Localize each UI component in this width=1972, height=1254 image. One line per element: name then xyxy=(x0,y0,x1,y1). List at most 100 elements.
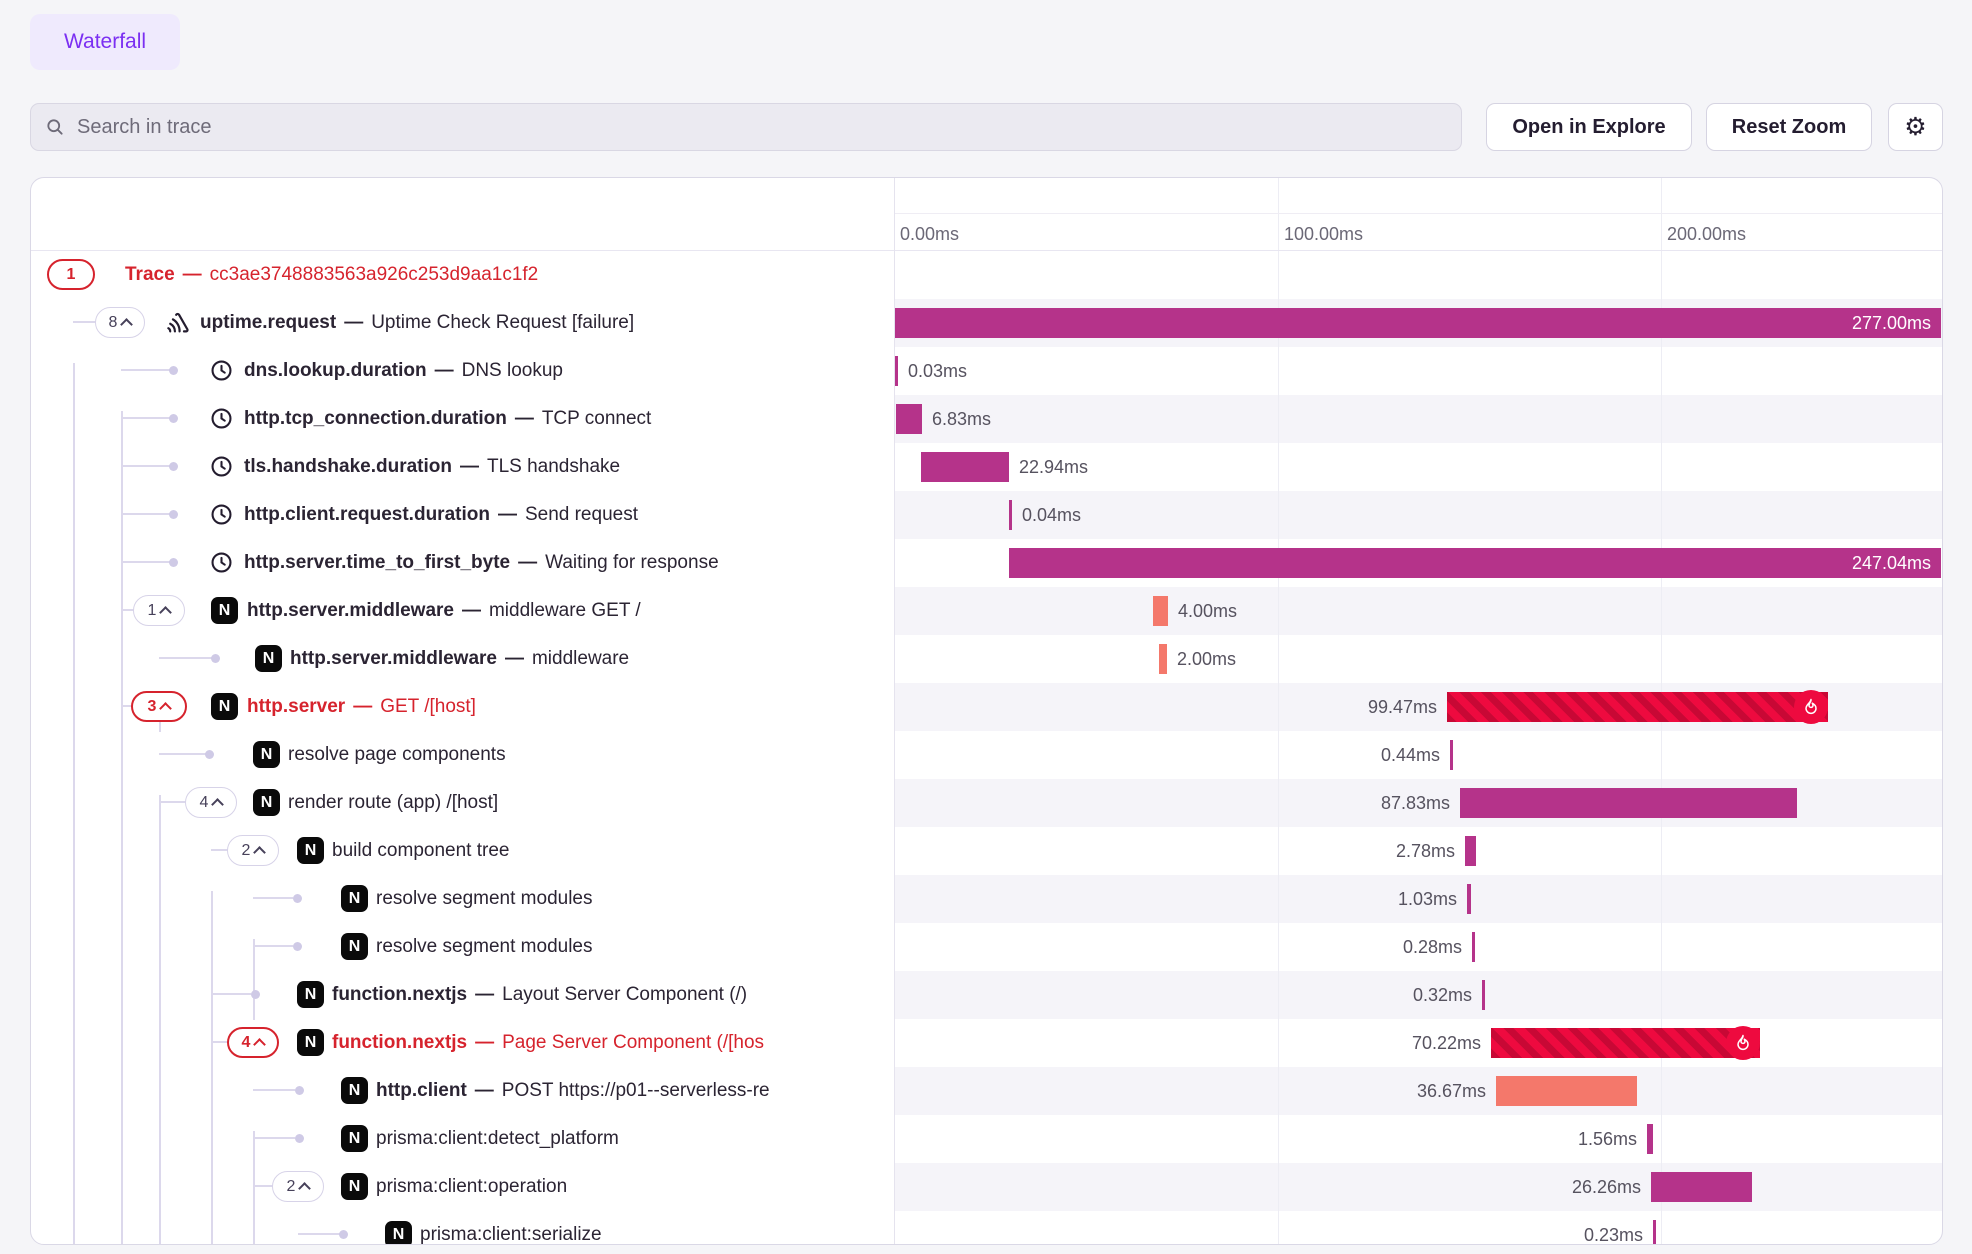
span-description: DNS lookup xyxy=(462,360,563,382)
duration-bar[interactable] xyxy=(1009,500,1012,530)
leaf-dot xyxy=(169,414,178,423)
span-row[interactable]: Nfunction.nextjs—Layout Server Component… xyxy=(31,971,1942,1019)
tab-waterfall[interactable]: Waterfall xyxy=(30,14,180,70)
span-label: http.server.middleware—middleware GET / xyxy=(247,587,641,635)
span-tree-cell: dns.lookup.duration—DNS lookup xyxy=(31,347,894,395)
leaf-dot xyxy=(205,750,214,759)
tree-connector xyxy=(73,321,97,323)
child-count-pill[interactable]: 8 xyxy=(95,307,145,338)
span-row[interactable]: http.server.time_to_first_byte—Waiting f… xyxy=(31,539,1942,587)
span-row[interactable]: Nresolve segment modules1.03ms xyxy=(31,875,1942,923)
duration-bar[interactable] xyxy=(1496,1076,1637,1106)
leaf-dot xyxy=(295,1086,304,1095)
child-count-pill[interactable]: 2 xyxy=(227,835,279,866)
panel-divider[interactable] xyxy=(894,178,895,1244)
nextjs-icon: N xyxy=(297,1029,324,1056)
span-row[interactable]: tls.handshake.duration—TLS handshake22.9… xyxy=(31,443,1942,491)
reset-zoom-button[interactable]: Reset Zoom xyxy=(1706,103,1872,151)
header-border xyxy=(31,250,1942,251)
span-row[interactable]: Nresolve segment modules0.28ms xyxy=(31,923,1942,971)
nextjs-icon: N xyxy=(253,741,280,768)
span-row[interactable]: 4Nrender route (app) /[host]87.83ms xyxy=(31,779,1942,827)
span-description: Page Server Component (/[hos xyxy=(502,1032,764,1054)
span-row[interactable]: 8uptime.request—Uptime Check Request [fa… xyxy=(31,299,1942,347)
duration-bar[interactable] xyxy=(1491,1028,1760,1058)
duration-bar[interactable] xyxy=(1653,1220,1656,1245)
span-label: build component tree xyxy=(332,827,509,875)
span-op-name: render route (app) /[host] xyxy=(288,792,498,814)
error-fire-icon[interactable] xyxy=(1794,690,1828,724)
duration-bar[interactable] xyxy=(1647,1124,1653,1154)
child-count-pill[interactable]: 1 xyxy=(133,595,185,626)
duration-bar[interactable] xyxy=(895,356,898,386)
duration-bar[interactable] xyxy=(1651,1172,1752,1202)
duration-label: 26.26ms xyxy=(1441,1172,1641,1202)
tree-connector xyxy=(159,753,207,755)
tick-100ms: 100.00ms xyxy=(1284,224,1363,245)
span-row[interactable]: http.tcp_connection.duration—TCP connect… xyxy=(31,395,1942,443)
chevron-up-icon xyxy=(299,1182,312,1195)
span-op-name: prisma:client:operation xyxy=(376,1176,567,1198)
duration-label: 277.00ms xyxy=(894,308,1931,338)
duration-bar[interactable] xyxy=(1465,836,1476,866)
child-count-pill[interactable]: 4 xyxy=(185,787,237,818)
child-count: 1 xyxy=(148,602,157,620)
child-count-pill[interactable]: 3 xyxy=(131,691,187,722)
leaf-dot xyxy=(169,366,178,375)
duration-bar[interactable] xyxy=(1467,884,1471,914)
duration-bar[interactable] xyxy=(1472,932,1475,962)
duration-bar[interactable] xyxy=(1159,644,1167,674)
leaf-dot xyxy=(295,1134,304,1143)
duration-label: 0.44ms xyxy=(1240,740,1440,770)
duration-bar[interactable] xyxy=(1450,740,1453,770)
span-label: Trace—cc3ae3748883563a926c253d9aa1c1f2 xyxy=(125,251,538,299)
search-input[interactable] xyxy=(75,115,1447,140)
duration-bar[interactable] xyxy=(1482,980,1485,1010)
clock-icon xyxy=(209,550,234,575)
span-row[interactable]: Nresolve page components 0.44ms xyxy=(31,731,1942,779)
span-row[interactable]: dns.lookup.duration—DNS lookup0.03ms xyxy=(31,347,1942,395)
span-op-name: resolve page components xyxy=(288,744,506,766)
leaf-dot xyxy=(293,894,302,903)
span-row[interactable]: 3Nhttp.server—GET /[host]99.47ms xyxy=(31,683,1942,731)
span-label: function.nextjs—Page Server Component (/… xyxy=(332,1019,764,1067)
span-tree-cell: 8uptime.request—Uptime Check Request [fa… xyxy=(31,299,894,347)
tree-guide-line xyxy=(121,411,123,1245)
span-op-name: prisma:client:serialize xyxy=(420,1224,602,1245)
duration-bar[interactable] xyxy=(1460,788,1797,818)
duration-bar[interactable] xyxy=(1153,596,1168,626)
span-tree-cell: 1 Trace—cc3ae3748883563a926c253d9aa1c1f2 xyxy=(31,251,894,299)
duration-bar[interactable] xyxy=(921,452,1009,482)
duration-label: 4.00ms xyxy=(1178,596,1237,626)
duration-bar[interactable] xyxy=(1447,692,1828,722)
open-in-explore-button[interactable]: Open in Explore xyxy=(1486,103,1692,151)
span-row[interactable]: 2Nprisma:client:operation26.26ms xyxy=(31,1163,1942,1211)
span-row[interactable]: Nprisma:client:serialize0.23ms xyxy=(31,1211,1942,1245)
span-op-name: http.server xyxy=(247,696,345,718)
duration-label: 0.04ms xyxy=(1022,500,1081,530)
span-row[interactable]: http.client.request.duration—Send reques… xyxy=(31,491,1942,539)
trace-row[interactable]: 1 Trace—cc3ae3748883563a926c253d9aa1c1f2 xyxy=(31,251,1942,299)
tree-connector xyxy=(253,897,293,899)
tree-connector xyxy=(121,417,171,419)
duration-bar[interactable] xyxy=(896,404,922,434)
child-count-pill[interactable]: 2 xyxy=(272,1171,324,1202)
child-count: 2 xyxy=(242,842,251,860)
span-row[interactable]: 1Nhttp.server.middleware—middleware GET … xyxy=(31,587,1942,635)
settings-button[interactable]: ⚙ xyxy=(1888,103,1943,151)
span-row[interactable]: Nprisma:client:detect_platform1.56ms xyxy=(31,1115,1942,1163)
span-row[interactable]: 2Nbuild component tree2.78ms xyxy=(31,827,1942,875)
tree-connector xyxy=(253,1137,295,1139)
span-row[interactable]: 4Nfunction.nextjs—Page Server Component … xyxy=(31,1019,1942,1067)
span-label: render route (app) /[host] xyxy=(288,779,498,827)
child-count-pill[interactable]: 1 xyxy=(47,259,95,290)
tree-connector xyxy=(159,801,187,803)
child-count: 4 xyxy=(200,794,209,812)
child-count-pill[interactable]: 4 xyxy=(227,1027,279,1058)
span-row[interactable]: Nhttp.server.middleware—middleware2.00ms xyxy=(31,635,1942,683)
trace-search[interactable] xyxy=(30,103,1462,151)
error-fire-icon[interactable] xyxy=(1726,1026,1760,1060)
span-row[interactable]: Nhttp.client—POST https://p01--serverles… xyxy=(31,1067,1942,1115)
clock-icon xyxy=(209,358,234,383)
duration-label: 36.67ms xyxy=(1286,1076,1486,1106)
